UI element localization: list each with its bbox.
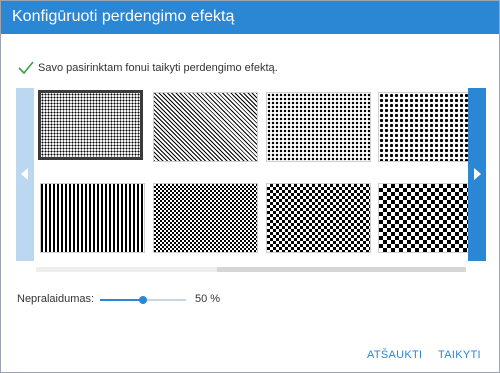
pattern-tile-vertical-lines[interactable] (40, 183, 145, 253)
opacity-label: Nepralaidumas: (17, 293, 95, 305)
pattern-tile-diagonal-lines[interactable] (153, 92, 258, 162)
pattern-tile-checker-medium[interactable] (266, 183, 371, 253)
opacity-slider[interactable] (100, 293, 186, 307)
chevron-left-icon (21, 168, 28, 180)
check-icon[interactable] (18, 61, 34, 75)
next-page-button[interactable] (468, 88, 486, 261)
pattern-gallery (16, 88, 486, 263)
gallery-scrollbar[interactable] (36, 267, 466, 272)
opacity-slider-handle[interactable] (139, 296, 147, 304)
pattern-tile-checker-fine[interactable] (153, 183, 258, 253)
overlay-effect-dialog: Konfigūruoti perdengimo efektą Savo pasi… (0, 0, 500, 373)
dialog-title: Konfigūruoti perdengimo efektą (12, 8, 235, 25)
previous-page-button[interactable] (16, 88, 34, 261)
apply-to-background-label: Savo pasirinktam fonui taikyti perdengim… (38, 62, 278, 74)
opacity-slider-fill (100, 299, 143, 301)
dialog-title-bar: Konfigūruoti perdengimo efektą (1, 1, 499, 34)
pattern-tile-dots-fine[interactable] (38, 90, 143, 160)
chevron-right-icon (474, 168, 481, 180)
apply-button[interactable]: TAIKYTI (438, 349, 481, 361)
cancel-button[interactable]: ATŠAUKTI (367, 349, 422, 361)
pattern-tile-dots-medium[interactable] (266, 92, 371, 162)
opacity-value: 50 % (195, 293, 221, 305)
gallery-scrollbar-thumb[interactable] (36, 267, 217, 272)
